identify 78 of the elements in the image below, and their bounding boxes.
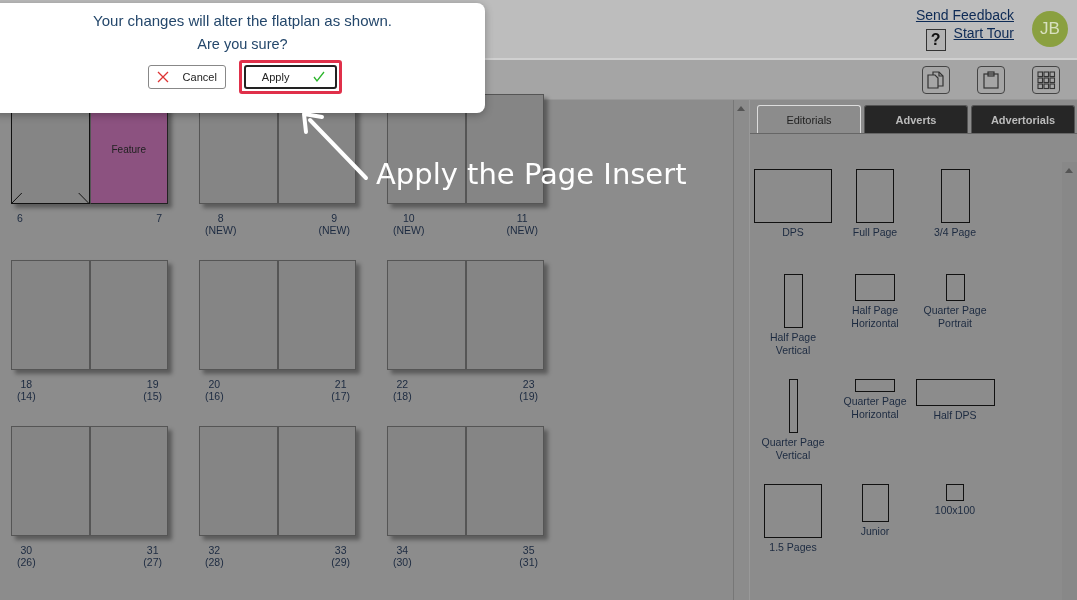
page-note: (NEW) <box>506 224 538 236</box>
page-number: 30 <box>20 544 33 556</box>
page-number: 18 <box>20 378 33 390</box>
page-number: 7 <box>156 212 162 224</box>
page-note: (19) <box>519 390 538 402</box>
page-number: 21 <box>334 378 347 390</box>
shape-label: Quarter Page Horizontal <box>842 395 908 421</box>
layout-shape[interactable] <box>783 274 803 328</box>
page-number: 35 <box>522 544 535 556</box>
shape-label: Quarter Page Vertical <box>760 436 826 462</box>
page-note: (29) <box>331 556 350 568</box>
panel-tab[interactable]: Editorials <box>757 105 861 133</box>
check-icon <box>313 71 326 83</box>
page-number: 6 <box>17 212 23 224</box>
corner-marks-icon <box>12 191 89 203</box>
page-note: (17) <box>331 390 350 402</box>
page-note: (26) <box>17 556 36 568</box>
page-number: 8 <box>217 212 224 224</box>
shape-label: 1.5 Pages <box>769 541 817 554</box>
page-note: (31) <box>519 556 538 568</box>
page-number: 31 <box>146 544 159 556</box>
copy-icon[interactable] <box>922 65 950 94</box>
grid-icon[interactable] <box>1032 65 1060 94</box>
page-number: 22 <box>396 378 409 390</box>
layout-shape[interactable] <box>940 169 970 223</box>
dialog-question: Are you sure? <box>197 36 288 52</box>
page-note: (27) <box>143 556 162 568</box>
layout-shape[interactable] <box>946 484 964 501</box>
clipboard-icon[interactable] <box>977 65 1005 94</box>
shape-label: Half DPS <box>933 409 977 422</box>
page-title: Feature <box>111 143 146 155</box>
shape-label: 3/4 Page <box>933 226 976 239</box>
page-number: 34 <box>396 544 409 556</box>
page-number: 33 <box>334 544 347 556</box>
scrollbar[interactable] <box>1062 162 1077 600</box>
layout-shape[interactable] <box>754 169 832 223</box>
page-number: 10 <box>402 212 415 224</box>
panel-tab[interactable]: Adverts <box>864 105 968 133</box>
panel-tab[interactable]: Advertorials <box>971 105 1075 133</box>
layout-shape[interactable] <box>915 379 995 406</box>
layout-shape[interactable] <box>764 484 822 538</box>
start-tour-link[interactable]: Start Tour <box>953 25 1014 41</box>
help-button[interactable]: ? <box>925 29 946 51</box>
page-note: (NEW) <box>393 224 425 236</box>
layout-shape[interactable] <box>856 169 894 223</box>
page-number: 32 <box>208 544 221 556</box>
page-note: (28) <box>205 556 224 568</box>
page-note: (18) <box>393 390 412 402</box>
page-note: (NEW) <box>205 224 237 236</box>
page-note: (NEW) <box>318 224 350 236</box>
layout-shape[interactable] <box>861 484 889 522</box>
page-number: 9 <box>331 212 338 224</box>
shape-label: Junior <box>860 525 890 538</box>
shape-label: Quarter Page Portrait <box>922 304 988 330</box>
page-note: (15) <box>143 390 162 402</box>
shape-label: DPS <box>782 226 804 239</box>
dialog-message: Your changes will alter the flatplan as shown. <box>93 12 392 29</box>
page-number: 11 <box>516 212 528 224</box>
send-feedback-link[interactable]: Send Feedback <box>915 7 1014 23</box>
layout-shape[interactable] <box>945 274 965 301</box>
cancel-button[interactable]: Cancel <box>147 65 226 89</box>
page-number: 20 <box>208 378 221 390</box>
layout-shape[interactable] <box>855 274 895 301</box>
shape-label: Full Page <box>852 226 898 239</box>
annotation-text: Apply the Page Insert <box>376 157 687 191</box>
close-icon <box>156 71 169 83</box>
page-note: (30) <box>393 556 412 568</box>
scrollbar[interactable] <box>733 100 750 600</box>
shape-label: Half Page Vertical <box>768 331 818 357</box>
page-number: 23 <box>522 378 535 390</box>
shape-label: 100x100 <box>934 504 976 517</box>
page-note: (14) <box>17 390 36 402</box>
apply-button[interactable]: Apply <box>243 65 338 89</box>
page-number: 19 <box>146 378 159 390</box>
shape-label: Half Page Horizontal <box>850 304 900 330</box>
layout-shape[interactable] <box>788 379 798 433</box>
layout-shape[interactable] <box>855 379 895 392</box>
page-note: (16) <box>205 390 224 402</box>
